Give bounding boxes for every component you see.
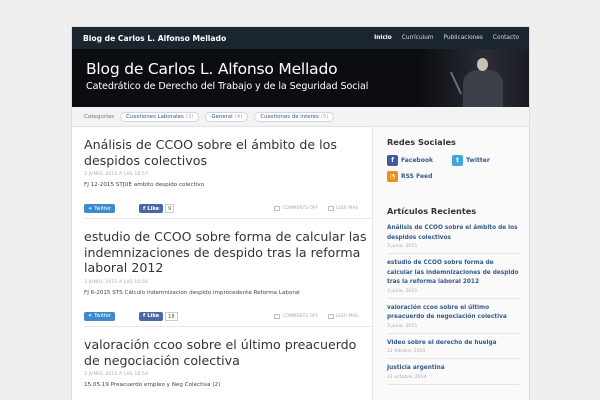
post-date: 3 JUNIO, 2015 A LAS 16:57 [84, 172, 149, 178]
content-columns: Análisis de CCOO sobre el ámbito de los … [72, 127, 529, 400]
comment-icon [274, 313, 281, 319]
recent-article-date: 11 febrero, 2015 [387, 349, 426, 354]
tweet-button[interactable]: ✦ Twitter [84, 204, 115, 214]
read-more-link[interactable]: LEER MAS [327, 206, 358, 212]
category-bar: Categorías Cuestiones Laborales (3) Gene… [72, 107, 529, 127]
social-label: Facebook [401, 157, 433, 164]
document-icon [327, 206, 334, 212]
like-count: 18 [165, 311, 178, 321]
comment-icon [274, 206, 281, 212]
recent-article-date: 3 junio, 2015 [387, 323, 418, 329]
twitter-link[interactable]: t Twitter [452, 155, 512, 166]
posts-column: Análisis de CCOO sobre el ámbito de los … [72, 127, 373, 400]
social-heading: Redes Sociales [387, 137, 456, 147]
category-name: General [211, 113, 233, 120]
post-actions: ✦ Twitter f Like 18 COMMENTS OFF LEER MA… [84, 311, 372, 322]
menu-item-contacto[interactable]: Contacto [493, 35, 519, 41]
comments-link[interactable]: COMMENTS OFF [274, 313, 318, 319]
list-item: Video sobre el derecho de huelga 11 febr… [387, 339, 519, 359]
site-header: Blog de Carlos L. Alfonso Mellado Catedr… [72, 49, 529, 107]
speaker-head-shape [477, 58, 488, 71]
like-button[interactable]: f Like [138, 311, 164, 321]
speaker-body-shape [463, 70, 503, 107]
category-chip-general[interactable]: General (4) [205, 111, 249, 122]
categories-label: Categorías [84, 113, 115, 120]
recent-article-link[interactable]: Justicia argentina [387, 364, 519, 374]
menu-item-curriculum[interactable]: Currículum [402, 35, 434, 41]
facebook-icon: f [387, 155, 398, 166]
post-excerpt-link[interactable]: FJ 12-2015 STJUE ambito despido colectiv… [84, 182, 372, 188]
twitter-icon: t [452, 155, 463, 166]
social-label: Twitter [466, 157, 490, 164]
category-count: (4) [234, 113, 243, 120]
header-title[interactable]: Blog de Carlos L. Alfonso Mellado [86, 60, 338, 78]
like-count: 9 [165, 204, 175, 214]
tweet-button[interactable]: ✦ Twitter [84, 311, 115, 321]
recent-article-link[interactable]: valoración ccoo sobre el último preacuer… [387, 304, 519, 323]
site-title-link[interactable]: Blog de Carlos L. Alfonso Mellado [83, 34, 226, 43]
post-meta: COMMENTS OFF LEER MAS [274, 313, 358, 319]
list-item: Análisis de CCOO sobre el ámbito de los … [387, 224, 519, 254]
tweet-label: Twitter [94, 205, 111, 212]
list-item: Justicia argentina 31 octubre, 2014 [387, 364, 519, 385]
page-container: Blog de Carlos L. Alfonso Mellado Inicio… [71, 26, 530, 400]
list-item: valoración ccoo sobre el último preacuer… [387, 304, 519, 334]
recent-article-date: 3 junio, 2015 [387, 244, 418, 249]
post-date: 3 JUNIO, 2015 A LAS 16:54 [84, 372, 149, 378]
post-title[interactable]: valoración ccoo sobre el último preacuer… [84, 337, 370, 368]
like-button[interactable]: f Like [138, 204, 164, 214]
post-excerpt-link[interactable]: 15.05.19 Preacuerdo empleo y Neg Colecti… [84, 382, 372, 388]
recent-article-link[interactable]: estudio de CCOO sobre forma de calcular … [387, 259, 519, 288]
post-excerpt-link[interactable]: FJ 6-2015 STS Cálculo indemnización desp… [84, 290, 372, 296]
category-chip-interes[interactable]: Cuestiones de interés (5) [254, 111, 335, 122]
category-name: Cuestiones Laborales [126, 113, 184, 120]
recent-articles: Análisis de CCOO sobre el ámbito de los … [387, 224, 519, 385]
post: estudio de CCOO sobre forma de calcular … [84, 219, 372, 327]
facebook-icon: f [142, 205, 146, 212]
read-more-link[interactable]: LEER MAS [327, 313, 358, 319]
category-count: (5) [320, 113, 329, 120]
recent-article-date: 31 octubre, 2014 [387, 374, 427, 380]
comments-link[interactable]: COMMENTS OFF [274, 206, 318, 212]
top-navigation: Blog de Carlos L. Alfonso Mellado Inicio… [72, 27, 529, 49]
facebook-icon: f [142, 313, 146, 320]
category-name: Cuestiones de interés [260, 113, 319, 120]
category-count: (3) [185, 113, 194, 120]
recent-article-link[interactable]: Video sobre el derecho de huelga [387, 339, 519, 349]
post-meta: COMMENTS OFF LEER MAS [274, 206, 358, 212]
rss-link[interactable]: ◔ RSS Feed [387, 171, 452, 182]
recent-heading: Artículos Recientes [387, 206, 477, 216]
post-actions: ✦ Twitter f Like 9 COMMENTS OFF LEER MAS [84, 203, 372, 214]
rss-icon: ◔ [387, 171, 398, 182]
header-subtitle: Catedrático de Derecho del Trabajo y de … [86, 81, 369, 92]
post-date: 3 JUNIO, 2015 A LAS 16:56 [84, 279, 149, 285]
menu-item-publicaciones[interactable]: Publicaciones [444, 35, 483, 41]
header-photo [419, 49, 529, 107]
like-label: Like [147, 313, 160, 320]
like-label: Like [147, 205, 160, 212]
post-title[interactable]: estudio de CCOO sobre forma de calcular … [84, 229, 370, 276]
social-links: f Facebook t Twitter ◔ RSS Feed [387, 155, 529, 182]
twitter-icon: ✦ [88, 205, 93, 212]
category-chip-laborales[interactable]: Cuestiones Laborales (3) [120, 111, 200, 122]
tweet-label: Twitter [94, 313, 111, 320]
post: Análisis de CCOO sobre el ámbito de los … [84, 127, 372, 220]
document-icon [327, 313, 334, 319]
post: valoración ccoo sobre el último preacuer… [84, 327, 372, 388]
main-menu: Inicio Currículum Publicaciones Contacto [374, 35, 519, 41]
post-title[interactable]: Análisis de CCOO sobre el ámbito de los … [84, 137, 370, 168]
social-label: RSS Feed [401, 173, 433, 180]
microphone-shape [450, 71, 462, 95]
twitter-icon: ✦ [88, 313, 93, 320]
sidebar: Redes Sociales f Facebook t Twitter ◔ RS… [373, 127, 529, 400]
recent-article-link[interactable]: Análisis de CCOO sobre el ámbito de los … [387, 224, 519, 243]
recent-article-date: 3 junio, 2015 [387, 288, 418, 294]
list-item: estudio de CCOO sobre forma de calcular … [387, 259, 519, 299]
menu-item-inicio[interactable]: Inicio [374, 35, 392, 41]
facebook-link[interactable]: f Facebook [387, 155, 452, 166]
